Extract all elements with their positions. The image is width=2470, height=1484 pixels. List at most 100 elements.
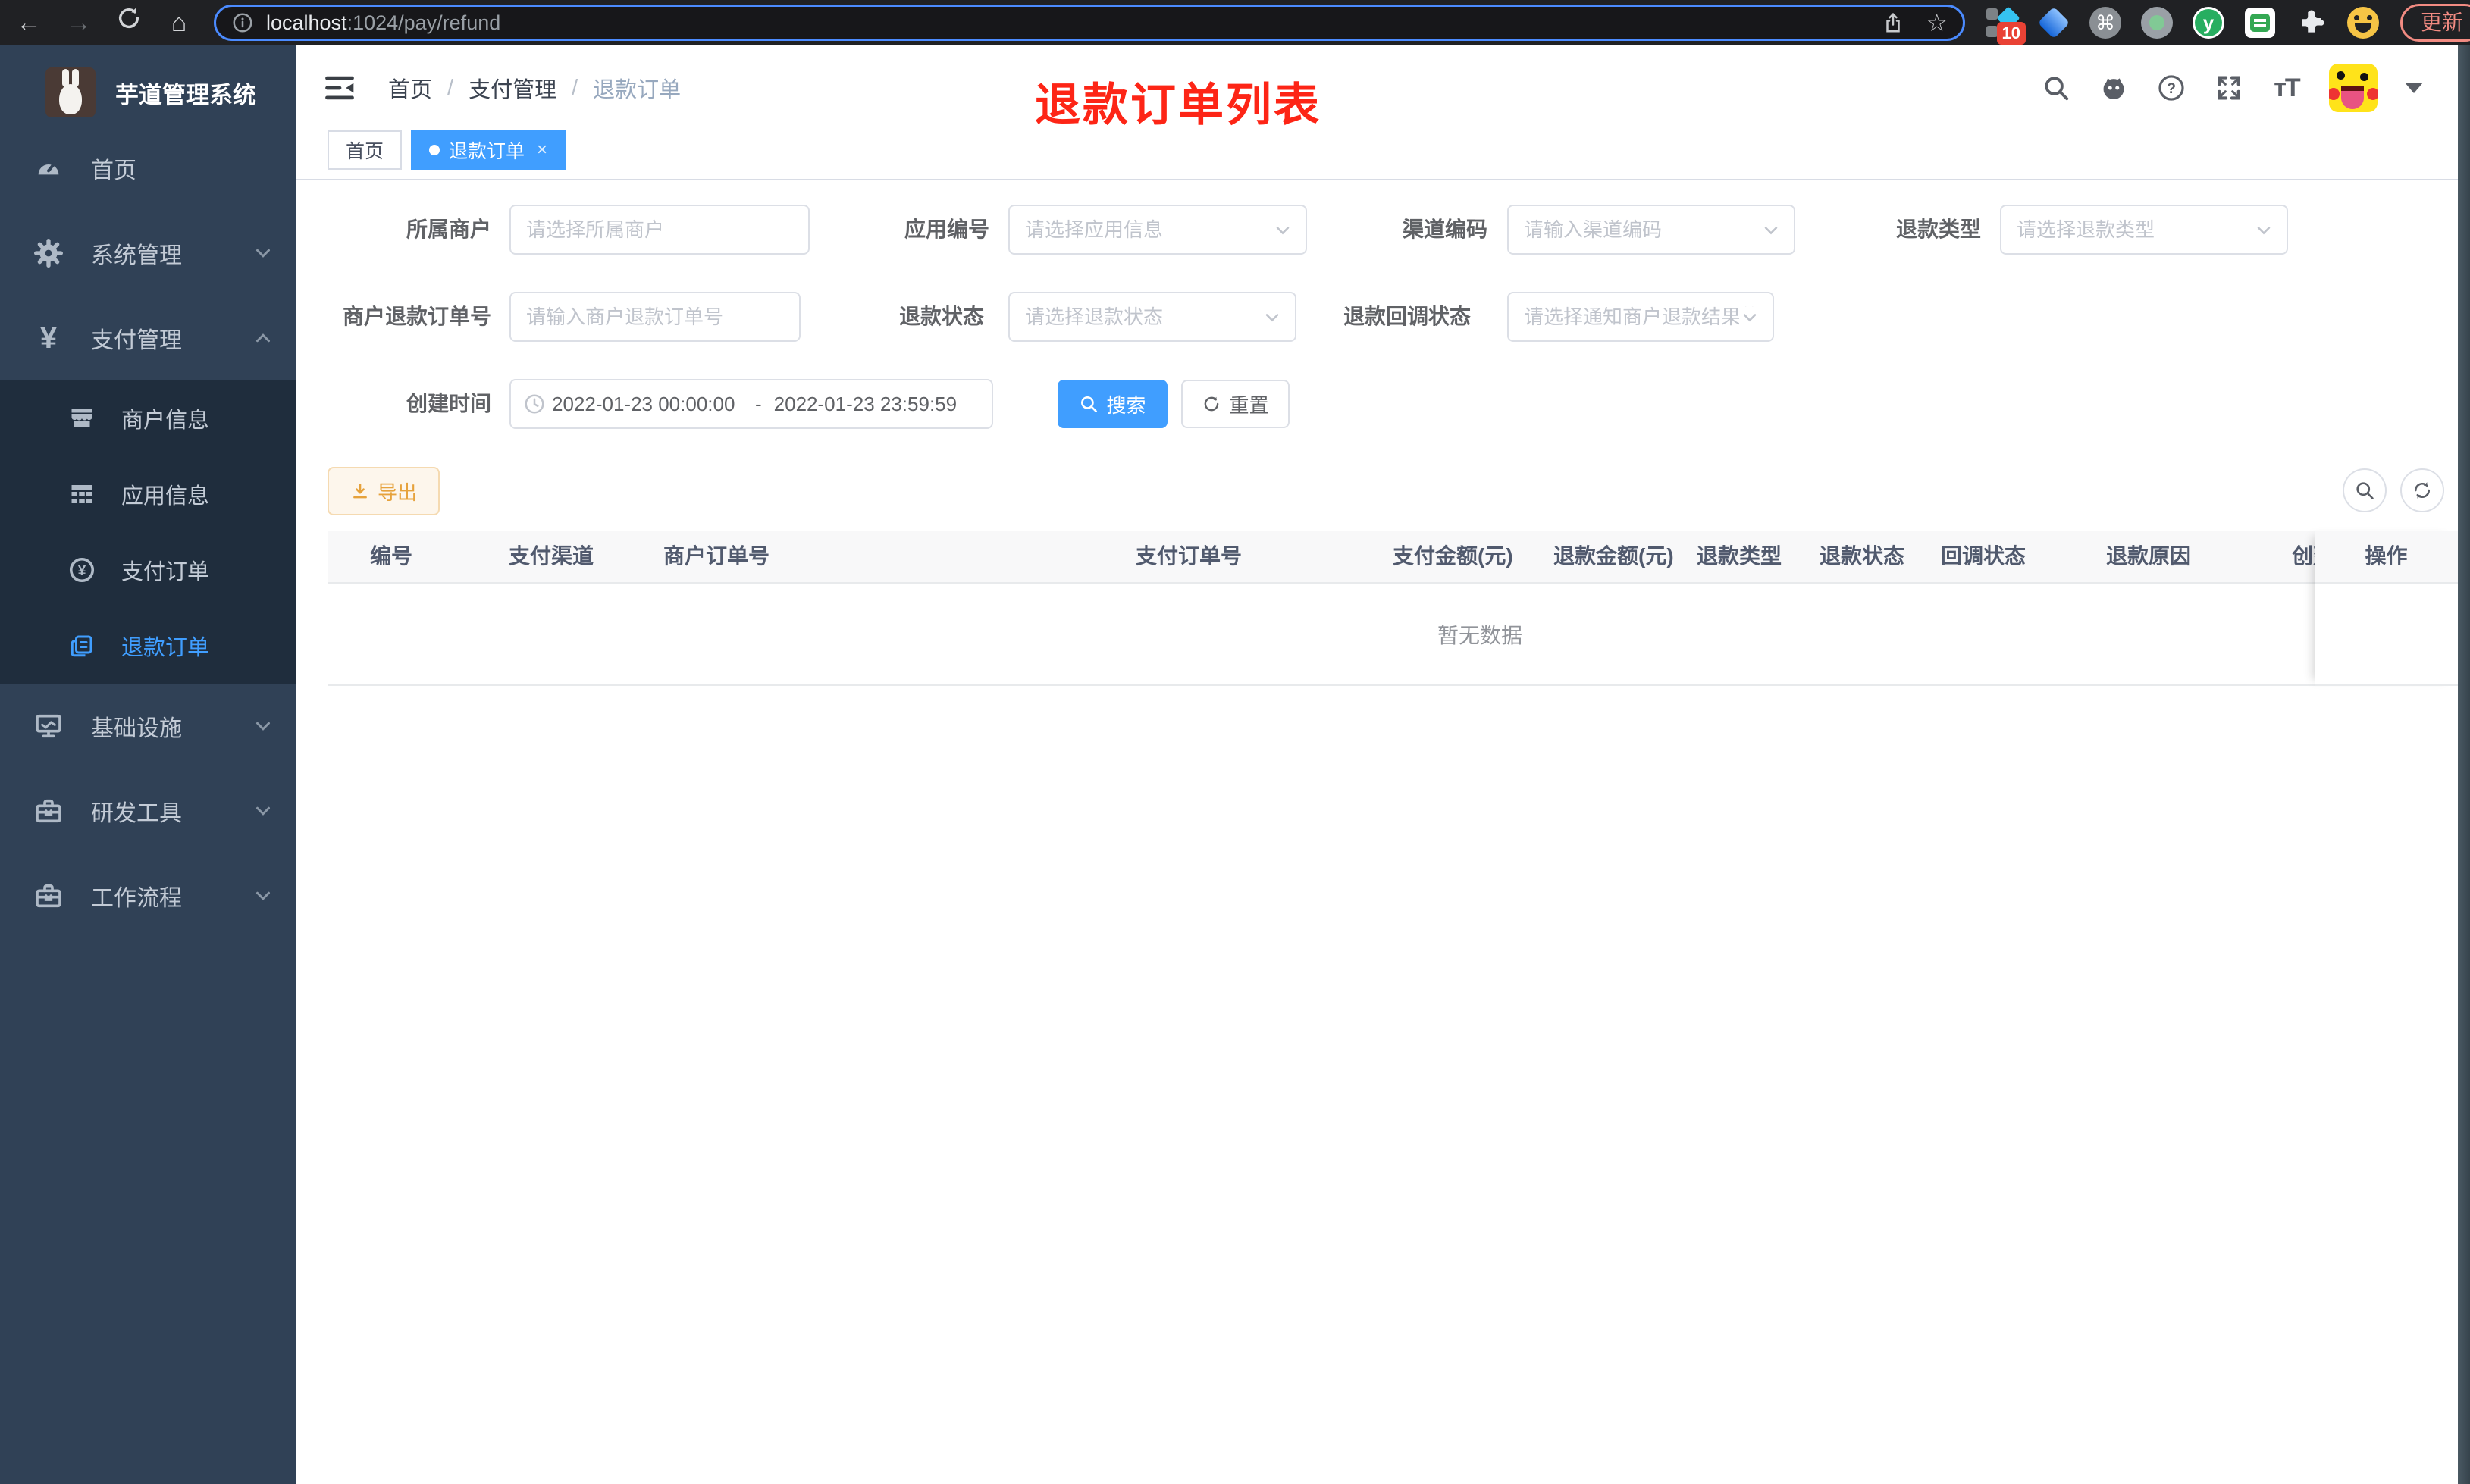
- merchant-refund-no-field[interactable]: [511, 294, 799, 340]
- sidebar-item-label: 工作流程: [91, 886, 182, 911]
- sidebar-item-devtools[interactable]: 研发工具: [0, 769, 296, 853]
- scrollbar-track[interactable]: [2458, 45, 2470, 1484]
- gem-extension-icon[interactable]: [2036, 5, 2071, 40]
- caret-down-icon[interactable]: [2405, 83, 2423, 93]
- shop-icon: [67, 403, 97, 434]
- merchant-input-field[interactable]: [511, 207, 808, 252]
- sidebar-item-label: 退款订单: [121, 636, 210, 660]
- app-logo-row[interactable]: 芋道管理系统: [0, 45, 296, 126]
- merchant-refund-no-input[interactable]: [509, 292, 801, 342]
- puzzle-extension-icon[interactable]: [2294, 5, 2329, 40]
- sidebar-item-pay-order[interactable]: ¥ 支付订单: [0, 532, 296, 608]
- pay-circle-icon: ¥: [67, 555, 97, 585]
- y-extension-icon[interactable]: y: [2191, 5, 2226, 40]
- breadcrumb-pay[interactable]: 支付管理: [469, 72, 556, 104]
- chevron-down-icon: [252, 884, 274, 907]
- breadcrumb-separator: /: [447, 75, 454, 100]
- refund-status-select-field[interactable]: [1010, 294, 1295, 340]
- bookmark-star-icon[interactable]: ☆: [1926, 8, 1948, 37]
- address-bar[interactable]: localhost:1024/pay/refund ☆: [214, 5, 1965, 41]
- fullscreen-icon[interactable]: [2214, 73, 2244, 103]
- merchant-input[interactable]: [509, 205, 810, 255]
- column-header-actions: 操作: [2315, 531, 2458, 584]
- dashboard-icon: [32, 152, 65, 185]
- column-header-refund-status: 退款状态: [1820, 544, 1905, 568]
- help-icon[interactable]: ?: [2156, 73, 2186, 103]
- sidebar-item-refund-order[interactable]: 退款订单: [0, 608, 296, 684]
- emoji-extension-icon[interactable]: [2346, 5, 2381, 40]
- channel-select[interactable]: [1507, 205, 1795, 255]
- info-icon[interactable]: [231, 11, 254, 34]
- refund-table: 编号 支付渠道 商户订单号 支付订单号 支付金额(元) 退款金额(元) 退款类型…: [328, 531, 2458, 686]
- search-button[interactable]: 搜索: [1058, 380, 1168, 428]
- chat-extension-icon[interactable]: [2243, 5, 2277, 40]
- column-header-refund-type: 退款类型: [1697, 544, 1782, 568]
- channel-select-field[interactable]: [1509, 207, 1794, 252]
- sidebar-item-home[interactable]: 首页: [0, 126, 296, 211]
- command-extension-icon[interactable]: ⌘: [2088, 5, 2123, 40]
- date-range-start[interactable]: 2022-01-23 00:00:00: [552, 393, 743, 416]
- show-search-toggle-button[interactable]: [2343, 468, 2387, 512]
- refund-type-select-field[interactable]: [2001, 207, 2287, 252]
- sidebar-item-label: 支付订单: [121, 560, 210, 584]
- forward-icon[interactable]: →: [64, 0, 94, 45]
- create-time-range-picker[interactable]: 2022-01-23 00:00:00 - 2022-01-23 23:59:5…: [509, 379, 993, 429]
- breadcrumb-home[interactable]: 首页: [388, 72, 432, 104]
- search-button-label: 搜索: [1106, 393, 1146, 417]
- sidebar-item-label: 系统管理: [91, 243, 182, 268]
- sidebar-item-workflow[interactable]: 工作流程: [0, 853, 296, 938]
- refresh-table-button[interactable]: [2400, 468, 2444, 512]
- reset-button-label: 重置: [1229, 393, 1269, 417]
- home-icon[interactable]: ⌂: [164, 0, 194, 45]
- fold-icon[interactable]: [323, 71, 356, 105]
- app-no-select[interactable]: [1008, 205, 1307, 255]
- sidebar-item-infra[interactable]: 基础设施: [0, 684, 296, 769]
- toolbox-icon: [32, 794, 65, 828]
- diamond-extension-icon[interactable]: 10: [1985, 5, 2026, 45]
- sidebar-menu: 首页 系统管理 ¥ 支付管理 商户信息 应用信息 ¥ 支付订单 退款订单 基础设…: [0, 126, 296, 938]
- tab-label: 首页: [346, 141, 384, 162]
- sidebar-item-app-info[interactable]: 应用信息: [0, 456, 296, 532]
- sidebar-item-label: 应用信息: [121, 484, 210, 509]
- column-header-pay-amount: 支付金额(元): [1393, 544, 1513, 568]
- close-icon[interactable]: ×: [537, 139, 547, 161]
- monitor-icon: [32, 709, 65, 743]
- refund-status-select[interactable]: [1008, 292, 1296, 342]
- chevron-up-icon: [252, 327, 274, 349]
- filter-label-refund-type: 退款类型: [1895, 218, 1981, 241]
- export-button-label: 导出: [377, 481, 417, 504]
- chevron-down-icon: [2253, 220, 2274, 241]
- app-no-select-field[interactable]: [1010, 207, 1306, 252]
- back-icon[interactable]: ←: [14, 0, 44, 45]
- callback-status-select[interactable]: [1507, 292, 1774, 342]
- header-actions: ? тT: [2041, 45, 2423, 130]
- sidebar-item-system[interactable]: 系统管理: [0, 211, 296, 296]
- browser-update-button[interactable]: 更新: [2400, 4, 2470, 42]
- grid-icon: [67, 479, 97, 509]
- sidebar-item-merchant-info[interactable]: 商户信息: [0, 380, 296, 456]
- reload-icon[interactable]: [114, 0, 144, 45]
- export-button[interactable]: 导出: [328, 467, 440, 515]
- avatar[interactable]: [2329, 64, 2378, 112]
- refund-type-select[interactable]: [2000, 205, 2288, 255]
- url-text[interactable]: localhost:1024/pay/refund: [266, 11, 1870, 35]
- font-size-icon[interactable]: тT: [2271, 73, 2302, 103]
- reset-button[interactable]: 重置: [1181, 380, 1290, 428]
- sidebar-item-label: 首页: [91, 158, 136, 183]
- column-header-refund-reason: 退款原因: [2106, 544, 2192, 568]
- dot-extension-icon[interactable]: [2139, 5, 2174, 40]
- extension-badge: 10: [1996, 22, 2026, 45]
- tab-home[interactable]: 首页: [328, 130, 403, 170]
- date-range-end[interactable]: 2022-01-23 23:59:59: [774, 393, 965, 416]
- share-icon[interactable]: [1882, 11, 1904, 34]
- sidebar-item-label: 商户信息: [121, 409, 210, 433]
- sidebar-item-pay[interactable]: ¥ 支付管理: [0, 296, 296, 380]
- active-tab-dot: [429, 145, 440, 155]
- download-icon: [353, 484, 367, 499]
- chevron-down-icon: [252, 715, 274, 737]
- tab-refund-order[interactable]: 退款订单 ×: [411, 130, 566, 170]
- callback-status-select-field[interactable]: [1509, 294, 1773, 340]
- search-icon[interactable]: [2041, 73, 2071, 103]
- date-range-separator: -: [755, 392, 762, 415]
- github-icon[interactable]: [2099, 73, 2129, 103]
